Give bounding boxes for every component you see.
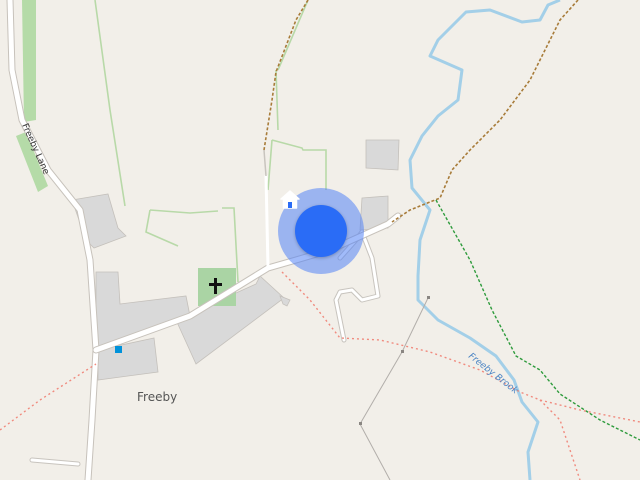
grass-strip xyxy=(22,0,36,122)
road-spur[interactable] xyxy=(264,174,270,270)
map-canvas[interactable]: Freeby Lane Freeby Freeby Brook xyxy=(0,0,640,480)
bus-stop-icon[interactable] xyxy=(115,346,122,353)
home-icon xyxy=(280,190,300,209)
village-label: Freeby xyxy=(137,390,177,404)
home-marker-core[interactable] xyxy=(280,190,347,257)
building xyxy=(365,139,400,171)
home-location-marker[interactable] xyxy=(278,188,364,274)
